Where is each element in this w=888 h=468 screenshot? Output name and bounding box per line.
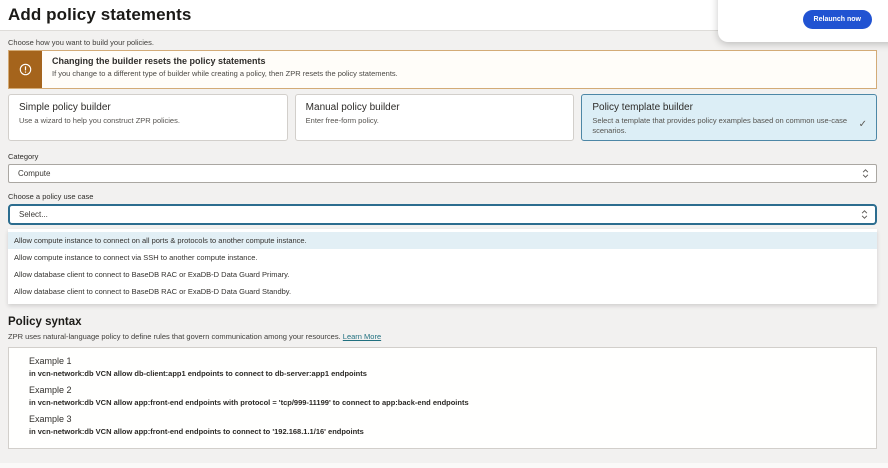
add-policy-statements-page: Add policy statements Relaunch now Choos…: [0, 0, 888, 468]
policy-example: Example 2 in vcn-network:db VCN allow ap…: [29, 385, 856, 407]
policy-examples-box: Example 1 in vcn-network:db VCN allow db…: [8, 347, 877, 449]
category-value: Compute: [18, 169, 50, 178]
policy-syntax-heading: Policy syntax: [8, 316, 877, 328]
footer-strip: [0, 463, 888, 468]
example-label: Example 1: [29, 356, 856, 366]
card-description: Enter free-form policy.: [306, 116, 564, 126]
use-case-option[interactable]: Allow database client to connect to Base…: [8, 266, 877, 283]
category-label: Category: [8, 152, 877, 161]
card-simple-policy-builder[interactable]: Simple policy builder Use a wizard to he…: [8, 94, 288, 141]
learn-more-link[interactable]: Learn More: [343, 332, 381, 341]
use-case-value: Select...: [19, 210, 48, 219]
use-case-option[interactable]: Allow database client to connect to Base…: [8, 283, 877, 300]
builder-intro-text: Choose how you want to build your polici…: [8, 38, 877, 47]
policy-syntax-description-text: ZPR uses natural-language policy to defi…: [8, 332, 341, 341]
warning-body: Changing the builder resets the policy s…: [42, 51, 408, 88]
policy-example: Example 1 in vcn-network:db VCN allow db…: [29, 356, 856, 378]
example-statement: in vcn-network:db VCN allow app:front-en…: [29, 427, 856, 436]
warning-icon: [9, 51, 42, 88]
policy-syntax-description: ZPR uses natural-language policy to defi…: [8, 332, 877, 341]
main-content: Choose how you want to build your polici…: [8, 31, 877, 449]
warning-description: If you change to a different type of bui…: [52, 69, 398, 78]
card-title: Simple policy builder: [19, 102, 277, 113]
card-description: Select a template that provides policy e…: [592, 116, 850, 136]
use-case-option[interactable]: Allow compute instance to connect on all…: [8, 232, 877, 249]
card-title: Policy template builder: [592, 102, 850, 113]
card-manual-policy-builder[interactable]: Manual policy builder Enter free-form po…: [295, 94, 575, 141]
card-description: Use a wizard to help you construct ZPR p…: [19, 116, 277, 126]
card-title: Manual policy builder: [306, 102, 564, 113]
use-case-option[interactable]: Allow compute instance to connect via SS…: [8, 249, 877, 266]
selected-check-icon: ✓: [859, 119, 867, 130]
example-label: Example 2: [29, 385, 856, 395]
warning-title: Changing the builder resets the policy s…: [52, 56, 398, 66]
example-label: Example 3: [29, 414, 856, 424]
builder-cards: Simple policy builder Use a wizard to he…: [8, 94, 877, 141]
warning-banner: Changing the builder resets the policy s…: [8, 50, 877, 89]
card-policy-template-builder[interactable]: Policy template builder Select a templat…: [581, 94, 877, 141]
page-title: Add policy statements: [8, 5, 191, 25]
use-case-dropdown: Allow compute instance to connect on all…: [8, 229, 877, 304]
category-select[interactable]: Compute: [8, 164, 877, 183]
relaunch-now-button[interactable]: Relaunch now: [803, 10, 872, 29]
use-case-label: Choose a policy use case: [8, 192, 877, 201]
example-statement: in vcn-network:db VCN allow app:front-en…: [29, 398, 856, 407]
policy-example: Example 3 in vcn-network:db VCN allow ap…: [29, 414, 856, 436]
select-spinner-icon: [861, 210, 868, 219]
use-case-select[interactable]: Select...: [8, 204, 877, 225]
select-spinner-icon: [862, 169, 869, 178]
example-statement: in vcn-network:db VCN allow db-client:ap…: [29, 369, 856, 378]
